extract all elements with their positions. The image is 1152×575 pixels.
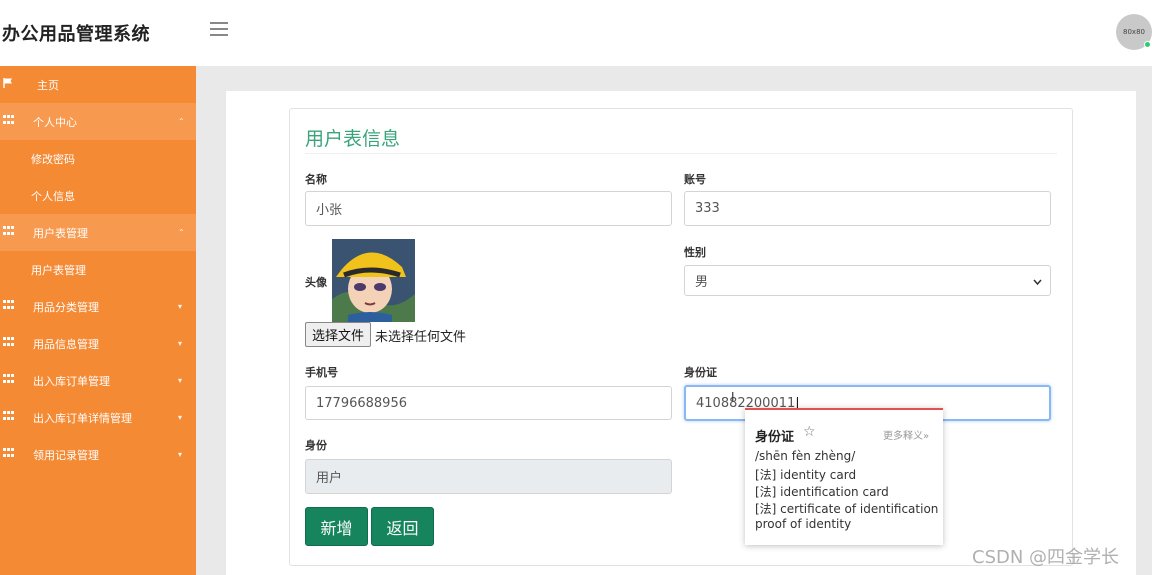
star-icon[interactable]: ☆	[803, 424, 816, 440]
grid-icon	[3, 300, 14, 310]
sidebar-item-change-password[interactable]: 修改密码	[0, 140, 196, 177]
grid-icon	[3, 337, 14, 347]
flag-icon	[3, 78, 12, 88]
sidebar-item-personal-info[interactable]: 个人信息	[0, 177, 196, 214]
avatar-image	[332, 239, 415, 322]
gender-value: 男	[695, 275, 709, 290]
sidebar-item-label: 用户表管理	[33, 226, 88, 240]
sidebar-item-label: 个人中心	[33, 115, 77, 129]
chevron-down-icon	[1033, 279, 1042, 285]
phone-field[interactable]: 17796688956	[305, 386, 672, 420]
account-label: 账号	[684, 173, 706, 186]
dictionary-popup: 身份证 ☆ 更多释义» /shēn fèn zhèng/ [法] identit…	[745, 408, 943, 545]
account-field[interactable]: 333	[684, 191, 1051, 226]
title-divider	[305, 153, 1057, 154]
sidebar-item-personal-center[interactable]: 个人中心 ⌃	[0, 103, 196, 140]
sidebar-item-user-table-group[interactable]: 用户表管理 ⌃	[0, 214, 196, 251]
name-field[interactable]: 小张	[305, 191, 672, 226]
ibeam-cursor-icon: Ⅰ	[731, 390, 735, 404]
chevron-up-icon: ⌃	[178, 117, 185, 126]
popup-definition: [法] certificate of identification	[755, 502, 939, 516]
sidebar-item-user-table[interactable]: 用户表管理	[0, 251, 196, 288]
back-button[interactable]: 返回	[371, 507, 434, 546]
chevron-down-icon: ▾	[178, 302, 183, 311]
watermark: CSDN @四金学长	[972, 547, 1120, 568]
chevron-up-icon: ⌃	[178, 228, 185, 237]
popup-definition: [法] identification card	[755, 485, 889, 499]
grid-icon	[3, 226, 14, 236]
chevron-down-icon: ▾	[178, 413, 183, 422]
sidebar-item-label: 出入库订单详情管理	[33, 411, 132, 425]
sidebar-item-usage-records[interactable]: 领用记录管理 ▾	[0, 436, 196, 473]
name-label: 名称	[305, 173, 327, 186]
grid-icon	[3, 448, 14, 458]
gender-select[interactable]: 男	[684, 265, 1051, 296]
sidebar: 主页 个人中心 ⌃ 修改密码 个人信息 用户表管理 ⌃ 用户表管理 用品分类管理…	[0, 66, 196, 575]
sidebar-item-home[interactable]: 主页	[0, 66, 196, 103]
phone-label: 手机号	[305, 366, 338, 379]
gender-label: 性别	[684, 246, 706, 259]
role-label: 身份	[305, 439, 327, 452]
top-bar: 办公用品管理系统 80x80	[0, 0, 1152, 66]
sidebar-item-label: 出入库订单管理	[33, 374, 110, 388]
idcard-label: 身份证	[684, 366, 717, 379]
avatar-illustration	[332, 239, 415, 322]
popup-definition: proof of identity	[755, 517, 852, 531]
sidebar-item-category[interactable]: 用品分类管理 ▾	[0, 288, 196, 325]
grid-icon	[3, 115, 14, 125]
grid-icon	[3, 374, 14, 384]
sidebar-item-label: 主页	[37, 78, 59, 92]
online-status-dot	[1144, 41, 1151, 48]
sidebar-item-label: 领用记录管理	[33, 448, 99, 462]
avatar-label: 头像	[305, 276, 327, 289]
sidebar-item-label: 用品信息管理	[33, 337, 99, 351]
sidebar-item-stock-order-details[interactable]: 出入库订单详情管理 ▾	[0, 399, 196, 436]
popup-word: 身份证	[755, 430, 795, 445]
chevron-down-icon: ▾	[178, 376, 183, 385]
more-definitions-link[interactable]: 更多释义»	[883, 427, 929, 442]
sidebar-item-stock-orders[interactable]: 出入库订单管理 ▾	[0, 362, 196, 399]
grid-icon	[3, 411, 14, 421]
sidebar-item-label: 用品分类管理	[33, 300, 99, 314]
choose-file-button[interactable]: 选择文件	[305, 322, 372, 347]
add-button[interactable]: 新增	[305, 507, 368, 546]
app-title: 办公用品管理系统	[2, 24, 150, 45]
hamburger-menu-icon[interactable]	[210, 22, 228, 38]
chevron-down-icon: ▾	[178, 339, 183, 348]
file-status-text: 未选择任何文件	[375, 330, 467, 345]
page-title: 用户表信息	[305, 128, 401, 150]
popup-pinyin: /shēn fèn zhèng/	[755, 449, 856, 463]
chevron-down-icon: ▾	[178, 450, 183, 459]
popup-definition: [法] identity card	[755, 468, 857, 482]
role-field: 用户	[305, 459, 672, 494]
sidebar-item-goods-info[interactable]: 用品信息管理 ▾	[0, 325, 196, 362]
